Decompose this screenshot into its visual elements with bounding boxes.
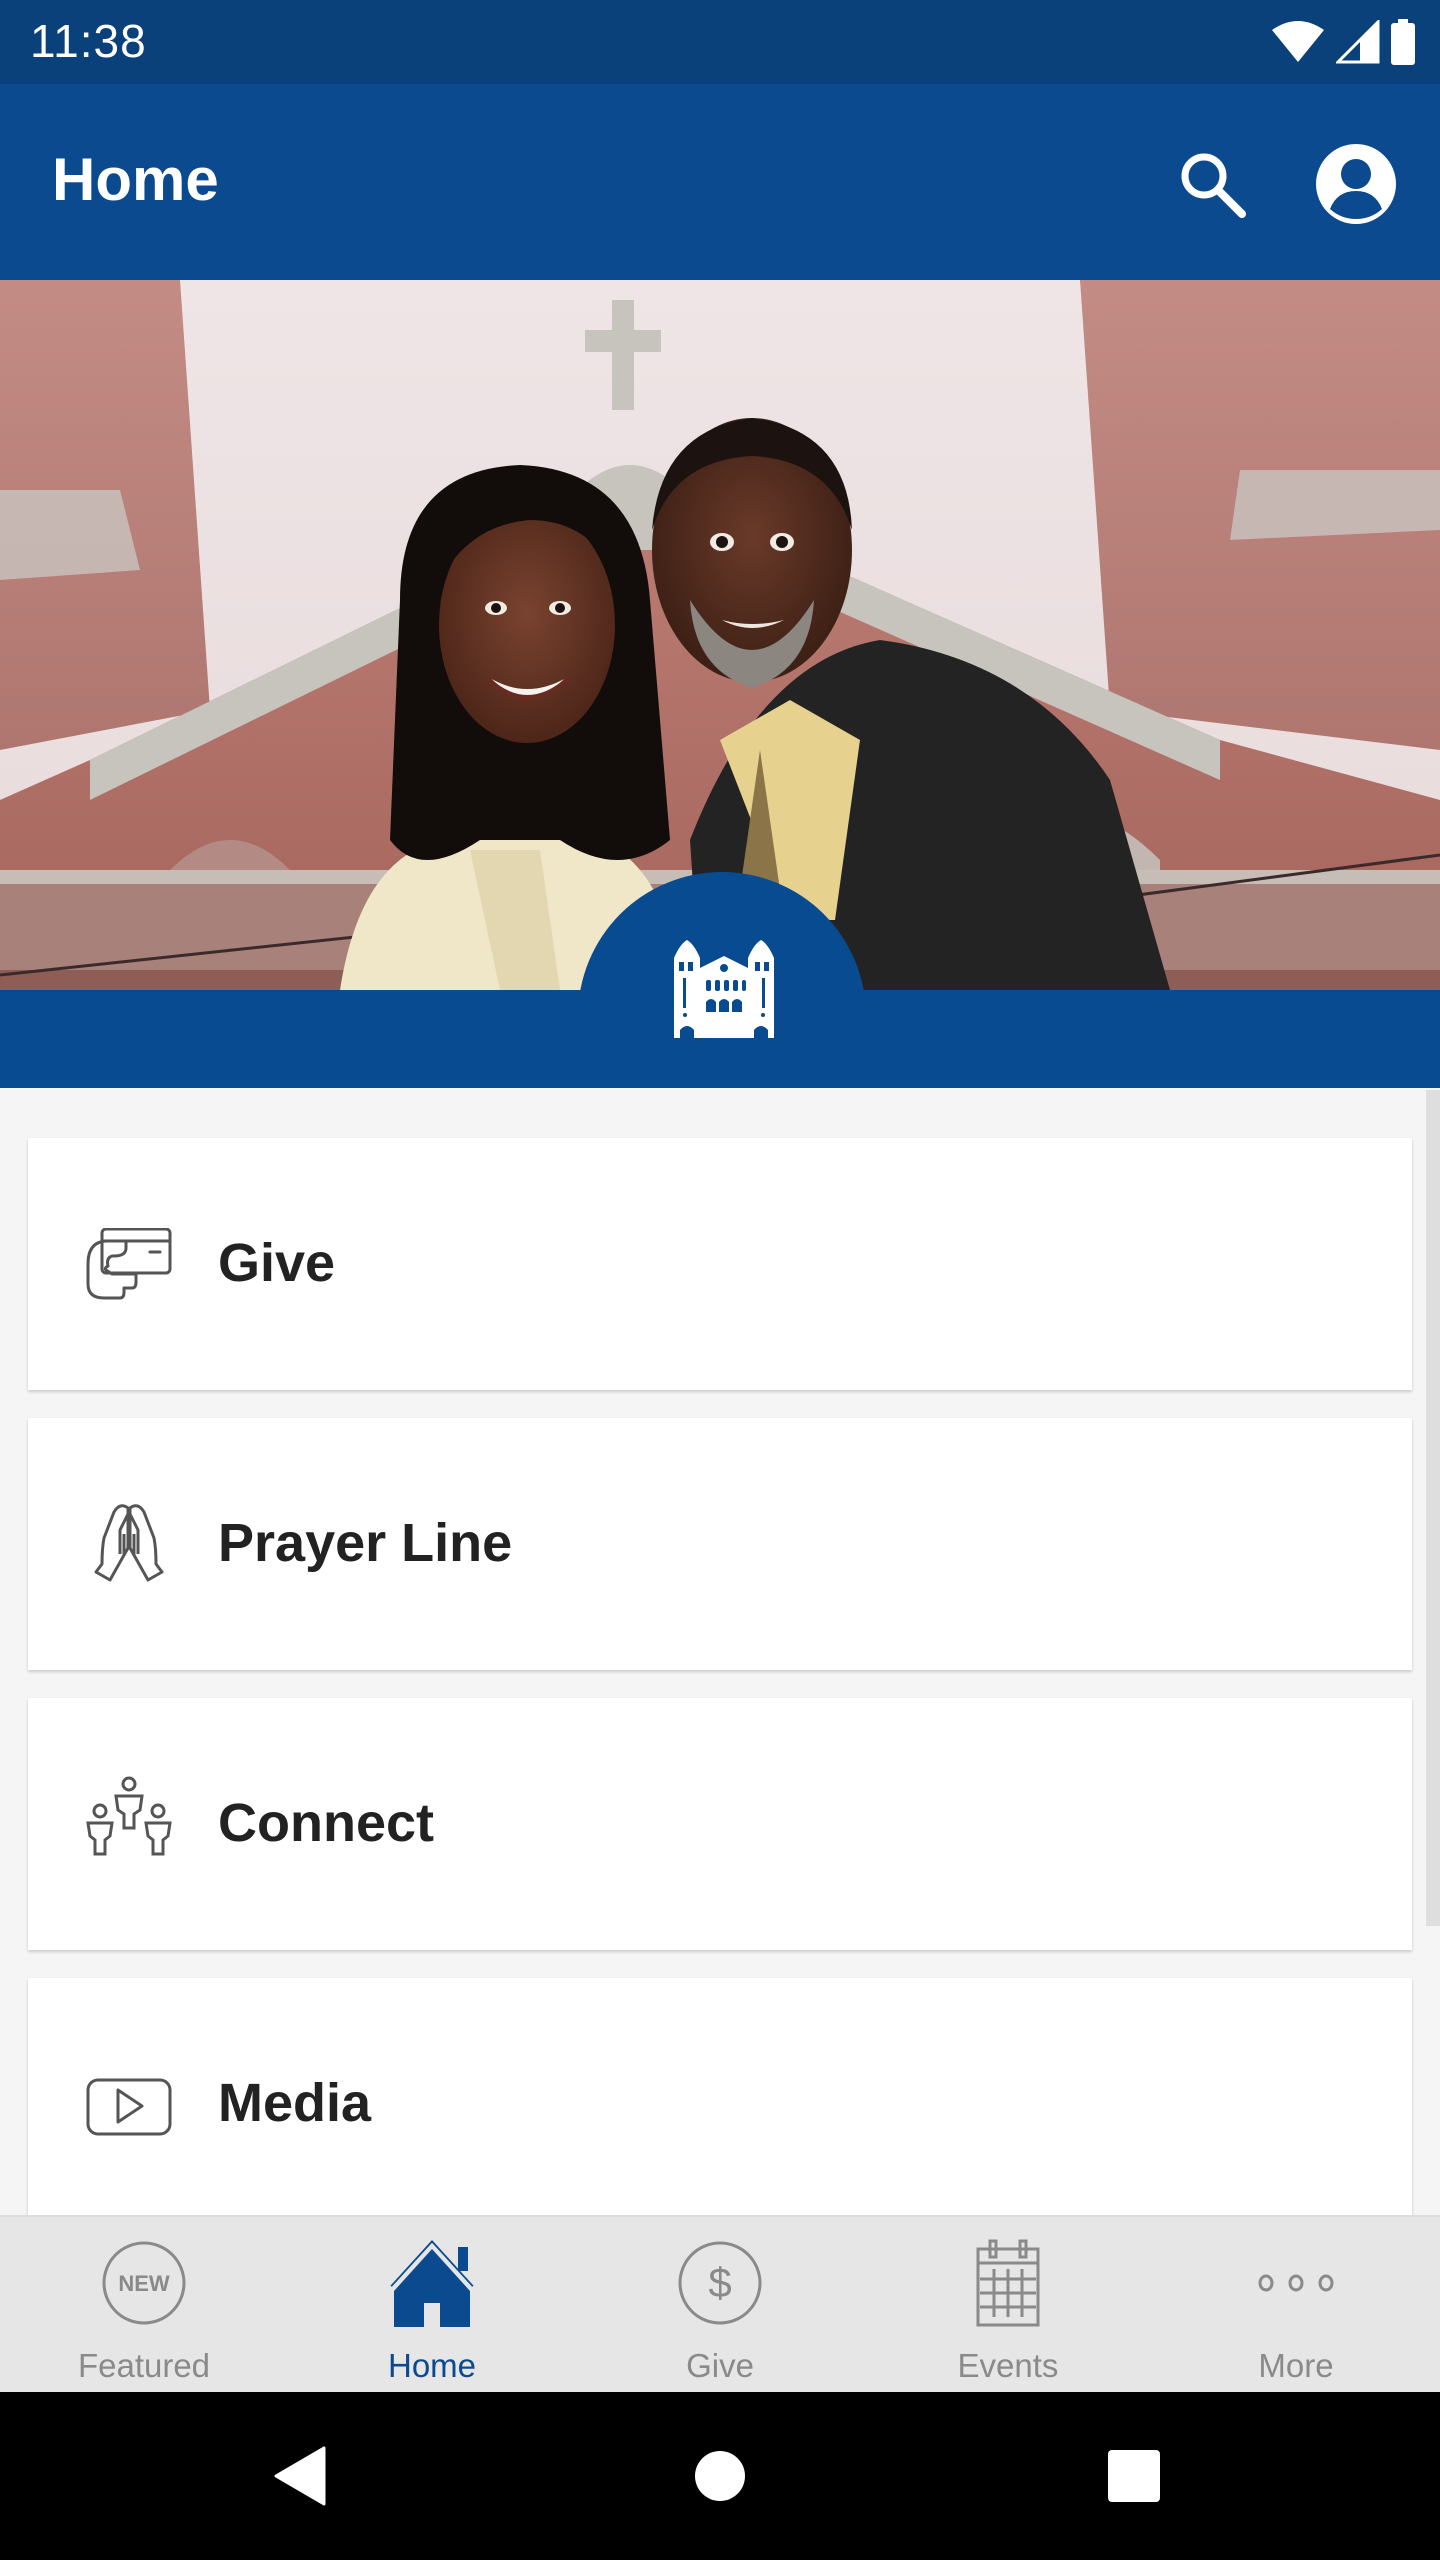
system-home-button[interactable] xyxy=(680,2436,760,2516)
tab-featured[interactable]: NEW Featured xyxy=(0,2217,288,2394)
battery-icon xyxy=(1391,19,1415,65)
praying-hands-icon xyxy=(94,1504,164,1582)
menu-card-prayer-line[interactable]: Prayer Line xyxy=(28,1418,1412,1670)
bottom-nav: NEW Featured Home $ Give Events More xyxy=(0,2215,1440,2392)
calendar-icon xyxy=(976,2239,1040,2327)
tab-label: Events xyxy=(957,2347,1059,2384)
tab-label: Give xyxy=(686,2347,754,2384)
home-circle-icon xyxy=(695,2451,745,2501)
people-group-icon xyxy=(86,1776,172,1856)
tab-home[interactable]: Home xyxy=(288,2217,576,2394)
wifi-icon xyxy=(1272,21,1324,62)
more-dots-icon xyxy=(1258,2274,1334,2292)
play-video-icon xyxy=(86,2078,172,2136)
profile-button[interactable] xyxy=(1314,142,1398,226)
menu-card-label: Connect xyxy=(218,1793,434,1853)
new-badge-icon: NEW xyxy=(102,2241,186,2325)
search-icon xyxy=(1181,153,1246,218)
menu-card-media[interactable]: Media xyxy=(28,1978,1412,2215)
search-button[interactable] xyxy=(1170,142,1254,226)
tab-label: Home xyxy=(387,2347,477,2384)
account-circle-icon xyxy=(1316,144,1396,224)
menu-card-label: Media xyxy=(218,2073,372,2133)
cellular-signal-icon xyxy=(1336,20,1380,64)
home-icon xyxy=(388,2240,476,2327)
app-bar: Home xyxy=(0,84,1440,280)
status-icons xyxy=(1270,18,1416,66)
scrollbar[interactable] xyxy=(1426,1090,1440,1926)
status-time: 11:38 xyxy=(30,15,147,67)
menu-card-give[interactable]: Give xyxy=(28,1138,1412,1390)
system-recents-button[interactable] xyxy=(1094,2436,1174,2516)
dollar-symbol: $ xyxy=(708,2259,731,2306)
system-back-button[interactable] xyxy=(260,2436,340,2516)
back-triangle-icon xyxy=(274,2446,326,2506)
hero-banner xyxy=(0,280,1440,1088)
menu-card-label: Prayer Line xyxy=(218,1513,513,1573)
status-bar: 11:38 xyxy=(0,0,1440,84)
page-title: Home xyxy=(52,146,219,213)
menu-card-connect[interactable]: Connect xyxy=(28,1698,1412,1950)
system-navigation-bar xyxy=(0,2392,1440,2560)
hand-card-icon xyxy=(86,1228,172,1300)
tab-label: Featured xyxy=(77,2347,211,2384)
menu-card-label: Give xyxy=(218,1233,336,1293)
tab-more[interactable]: More xyxy=(1152,2217,1440,2394)
dollar-circle-icon: $ xyxy=(678,2241,762,2325)
home-menu-list[interactable]: Give Prayer Line Connect Media xyxy=(0,1088,1440,2215)
tab-label: More xyxy=(1258,2347,1334,2384)
tab-give[interactable]: $ Give xyxy=(576,2217,864,2394)
recents-square-icon xyxy=(1108,2450,1160,2502)
church-building-icon xyxy=(674,940,774,1038)
tab-events[interactable]: Events xyxy=(864,2217,1152,2394)
new-badge-text: NEW xyxy=(118,2271,170,2296)
